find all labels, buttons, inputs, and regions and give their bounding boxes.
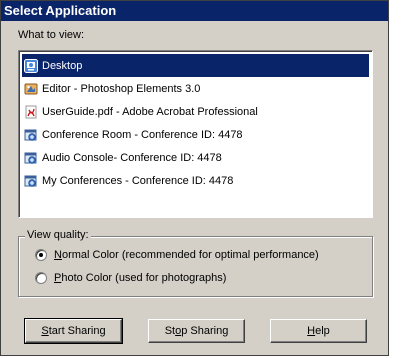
dialog-title: Select Application — [1, 1, 388, 21]
list-item-desktop[interactable]: Desktop — [22, 54, 369, 77]
list-item-label: Conference Room - Conference ID: 4478 — [42, 128, 243, 141]
normal-color-label: Normal Color (recommended for optimal pe… — [54, 249, 319, 261]
conference-app-icon — [24, 152, 37, 164]
list-item-conference-room[interactable]: Conference Room - Conference ID: 4478 — [22, 123, 369, 146]
list-item-audio-console[interactable]: Audio Console- Conference ID: 4478 — [22, 146, 369, 169]
conference-app-icon — [24, 129, 37, 141]
stop-sharing-button[interactable]: Stop Sharing — [148, 319, 245, 343]
normal-color-radio[interactable] — [35, 249, 47, 261]
normal-color-option[interactable]: Normal Color (recommended for optimal pe… — [35, 249, 319, 261]
list-item-my-conferences[interactable]: My Conferences - Conference ID: 4478 — [22, 169, 369, 192]
application-list[interactable]: Desktop Editor - Photoshop Elements 3.0 … — [18, 50, 373, 218]
list-item-label: Editor - Photoshop Elements 3.0 — [42, 82, 201, 95]
view-quality-group: View quality: Normal Color (recommended … — [18, 229, 373, 297]
conference-app-icon — [24, 175, 37, 187]
photo-color-radio[interactable] — [35, 272, 47, 284]
pdf-icon — [25, 105, 37, 118]
select-application-dialog: Select Application What to view: Desktop… — [0, 0, 389, 356]
photoshop-icon — [24, 83, 38, 94]
photo-color-option[interactable]: Photo Color (used for photographs) — [35, 272, 226, 284]
list-item-label: My Conferences - Conference ID: 4478 — [42, 174, 234, 187]
list-item-label: Desktop — [42, 59, 83, 72]
view-quality-legend: View quality: — [25, 229, 91, 241]
what-to-view-label: What to view: — [18, 29, 85, 41]
list-item-label: UserGuide.pdf - Adobe Acrobat Profession… — [42, 105, 258, 118]
list-item-photoshop[interactable]: Editor - Photoshop Elements 3.0 — [22, 77, 369, 100]
list-item-userguide-pdf[interactable]: UserGuide.pdf - Adobe Acrobat Profession… — [22, 100, 369, 123]
start-sharing-button[interactable]: Start Sharing — [24, 318, 123, 344]
help-button[interactable]: Help — [270, 319, 367, 343]
desktop-icon — [24, 58, 38, 73]
photo-color-label: Photo Color (used for photographs) — [54, 272, 227, 284]
list-item-label: Audio Console- Conference ID: 4478 — [42, 151, 222, 164]
